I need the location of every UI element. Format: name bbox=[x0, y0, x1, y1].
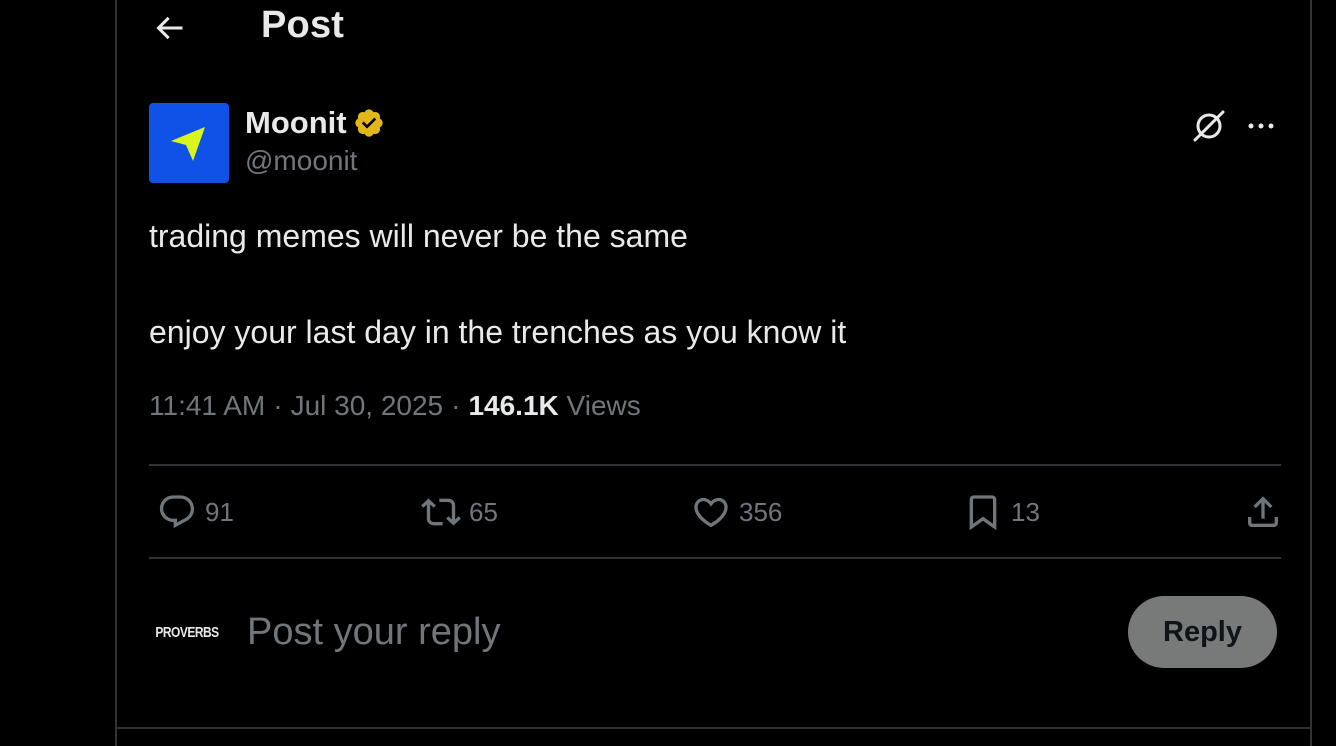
bookmark-icon bbox=[969, 495, 997, 531]
arrow-left-icon bbox=[156, 16, 183, 40]
post-text: trading memes will never be the same enj… bbox=[149, 214, 1269, 406]
repost-count: 65 bbox=[469, 496, 498, 527]
meta-separator: · bbox=[273, 390, 283, 421]
views-label: Views bbox=[566, 390, 641, 421]
author-handle[interactable]: @moonit bbox=[245, 145, 357, 177]
reply-icon bbox=[159, 495, 195, 529]
post-header: Post bbox=[117, 0, 1310, 56]
like-action[interactable]: 356 bbox=[691, 466, 782, 558]
reply-button[interactable]: Reply bbox=[1128, 596, 1277, 668]
post-actions: 91 65 356 13 bbox=[149, 466, 1281, 558]
author-display-name[interactable]: Moonit bbox=[245, 105, 347, 141]
user-avatar-text: PROVERBS bbox=[155, 623, 219, 641]
post-meta: 11:41 AM · Jul 30, 2025 · 146.1K Views bbox=[149, 390, 641, 422]
share-icon bbox=[1248, 496, 1278, 527]
section-divider bbox=[117, 727, 1310, 729]
views-count: 146.1K bbox=[468, 390, 559, 421]
grok-button[interactable] bbox=[1189, 106, 1229, 146]
page-title: Post bbox=[261, 4, 345, 46]
meta-separator: · bbox=[451, 390, 461, 421]
bookmark-action[interactable]: 13 bbox=[963, 466, 1040, 558]
bookmark-count: 13 bbox=[1011, 496, 1040, 527]
post-paragraph: enjoy your last day in the trenches as y… bbox=[149, 314, 847, 350]
like-count: 356 bbox=[739, 496, 783, 527]
reply-count: 91 bbox=[205, 496, 234, 527]
verified-badge-icon[interactable] bbox=[353, 107, 385, 139]
author-avatar[interactable] bbox=[149, 103, 229, 183]
grok-icon bbox=[1193, 110, 1225, 142]
post-date[interactable]: Jul 30, 2025 bbox=[291, 390, 444, 421]
reply-input[interactable] bbox=[247, 604, 1107, 660]
user-avatar[interactable]: PROVERBS bbox=[149, 594, 225, 670]
heart-icon bbox=[694, 497, 728, 528]
repost-action[interactable]: 65 bbox=[421, 466, 498, 558]
post-paragraph: trading memes will never be the same bbox=[149, 218, 688, 254]
reply-action[interactable]: 91 bbox=[157, 466, 234, 558]
more-horizontal-icon bbox=[1248, 123, 1274, 129]
divider bbox=[149, 557, 1281, 559]
more-options-button[interactable] bbox=[1241, 106, 1281, 146]
back-button[interactable] bbox=[147, 8, 191, 48]
post-detail-column: Post Moonit @moonit trading memes will n… bbox=[115, 0, 1312, 746]
navigation-arrow-icon bbox=[171, 127, 205, 161]
author-name-row: Moonit bbox=[245, 103, 385, 143]
share-action[interactable] bbox=[1243, 466, 1283, 558]
repost-icon bbox=[421, 498, 461, 526]
post-time[interactable]: 11:41 AM bbox=[149, 390, 265, 421]
